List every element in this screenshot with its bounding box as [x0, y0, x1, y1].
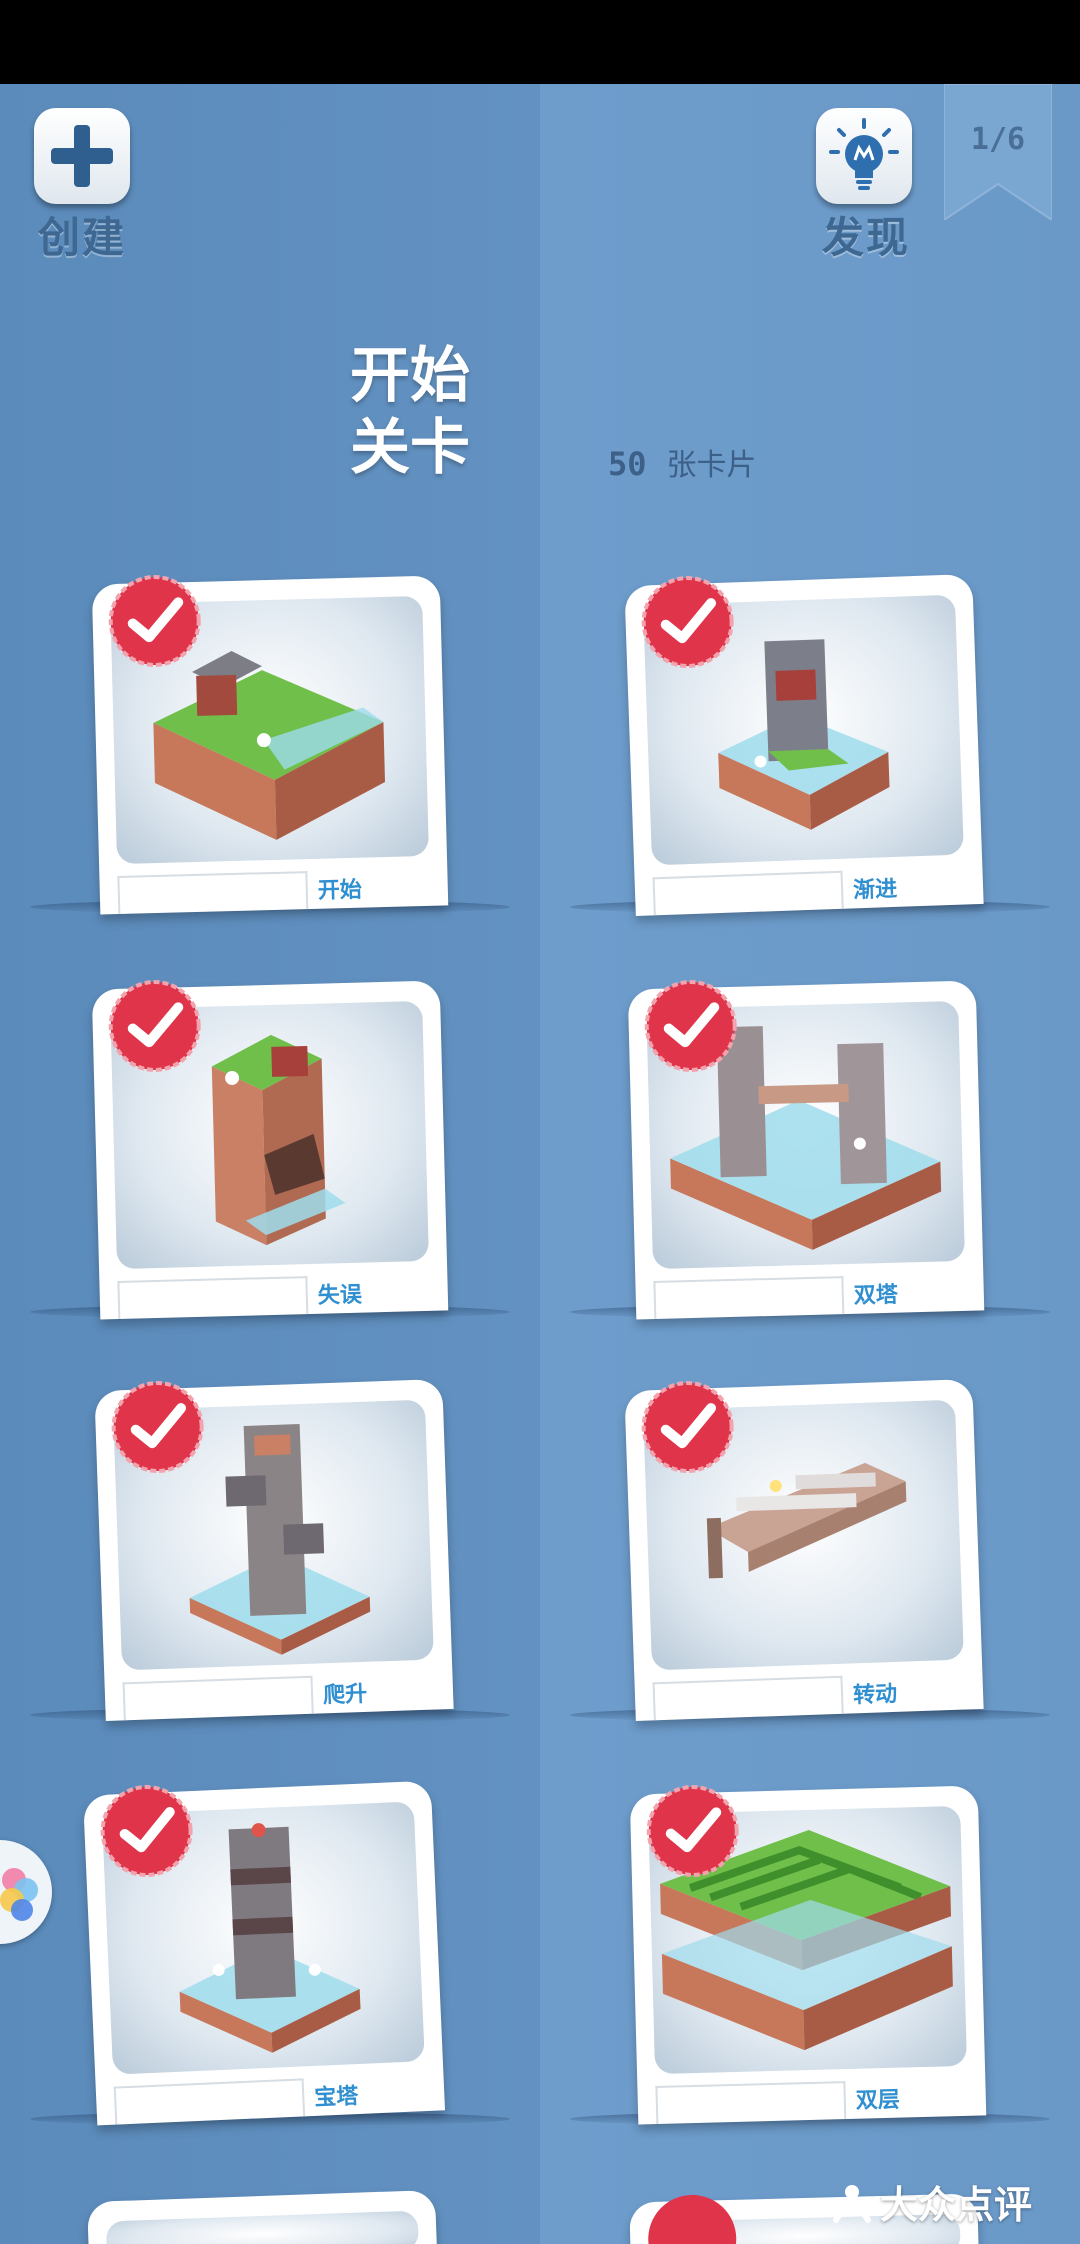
level-name: 宝塔 [313, 2084, 359, 2111]
level-name: 双层 [855, 2087, 901, 2114]
completed-check-icon [641, 575, 734, 668]
level-thumbnail [105, 2210, 419, 2244]
completed-check-icon [648, 2194, 737, 2244]
completed-check-icon [111, 1380, 204, 1473]
level-name: 爬升 [322, 1681, 368, 1709]
level-name-box [652, 870, 844, 916]
level-card-3[interactable]: 失误 [91, 979, 449, 1320]
completed-check-icon [108, 979, 201, 1072]
create-label: 创建 [38, 213, 127, 262]
level-card-7[interactable]: 宝塔 [82, 1780, 446, 2126]
discover-button[interactable] [816, 108, 912, 204]
level-name: 双塔 [853, 1282, 899, 1309]
level-card-4[interactable]: 双塔 [627, 979, 985, 1320]
page-indicator-ribbon: 1/6 [944, 84, 1052, 220]
level-name: 失误 [317, 1282, 363, 1309]
floating-ball-button[interactable] [0, 1840, 52, 1944]
completed-check-icon [108, 574, 201, 667]
level-name-box [655, 2081, 847, 2125]
level-name-box [653, 1276, 845, 1320]
level-card-6[interactable]: 转动 [624, 1379, 984, 1721]
section-title: 开始 关卡 [350, 340, 500, 484]
status-bar [0, 0, 1080, 84]
plus-icon [51, 125, 113, 187]
watermark-text: 大众点评 [880, 2183, 1033, 2227]
card-count: 50 张卡片 [608, 440, 757, 484]
level-name-box [117, 871, 309, 915]
completed-check-icon [644, 979, 737, 1072]
watermark: 大众点评 [830, 2174, 1032, 2229]
level-name-box [122, 1675, 314, 1721]
completed-check-icon [641, 1380, 734, 1473]
page-indicator-text: 1/6 [970, 122, 1026, 157]
section-title-line1: 开始 [350, 341, 470, 411]
level-name: 转动 [852, 1681, 898, 1709]
level-name: 开始 [317, 877, 363, 904]
level-name: 渐进 [852, 876, 898, 904]
level-card-1[interactable]: 开始 [91, 574, 449, 915]
card-count-number: 50 [608, 445, 647, 483]
lightbulb-icon [829, 118, 899, 190]
section-title-line2: 关卡 [350, 413, 470, 483]
level-card-8[interactable]: 双层 [629, 1784, 987, 2125]
level-name-box [117, 1276, 309, 1320]
level-name-box [652, 1675, 844, 1721]
create-button[interactable] [34, 108, 130, 204]
level-card-2[interactable]: 渐进 [624, 574, 984, 916]
card-count-unit: 张卡片 [666, 448, 757, 483]
color-balls-icon [0, 1868, 38, 1921]
dianping-logo-icon [833, 2184, 871, 2223]
level-card-5[interactable]: 爬升 [94, 1379, 454, 1721]
discover-label: 发现 [822, 213, 911, 262]
completed-check-icon [100, 1785, 193, 1878]
completed-check-icon [646, 1784, 739, 1877]
